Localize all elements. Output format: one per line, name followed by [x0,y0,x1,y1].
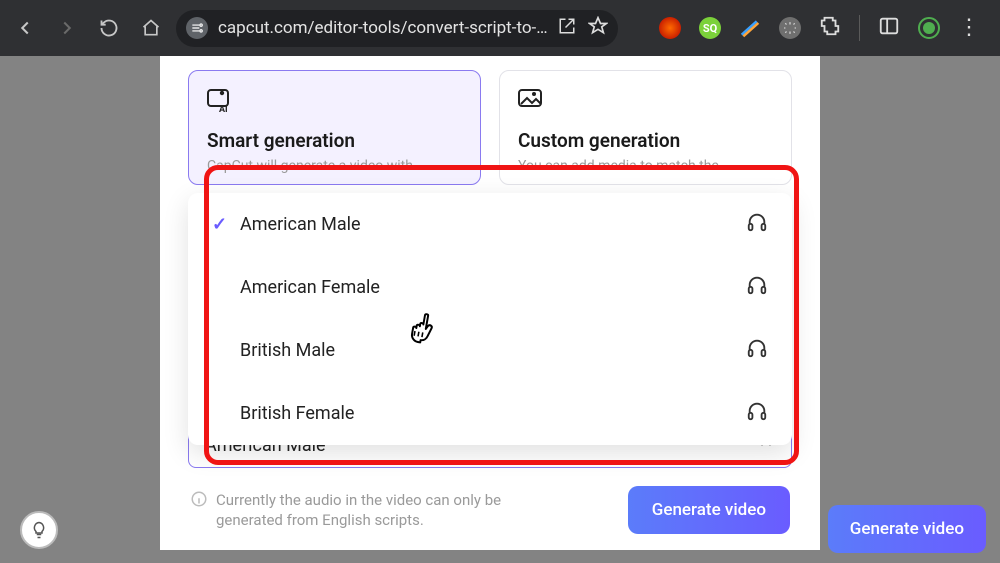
kebab-menu-icon[interactable]: ⋮ [958,24,980,33]
back-icon[interactable] [8,11,42,45]
reload-icon[interactable] [92,11,126,45]
open-new-icon[interactable] [558,17,576,40]
voice-option-american-male[interactable]: ✓ American Male [188,193,792,256]
extension-1-icon[interactable] [659,17,681,39]
divider [859,15,860,41]
home-icon[interactable] [134,11,168,45]
smart-generation-card[interactable]: AI Smart generation CapCut will generate… [188,70,481,185]
voice-option-american-female[interactable]: American Female [188,256,792,319]
smart-generation-icon: AI [207,87,237,113]
voice-option-label: American Male [240,214,746,235]
voice-option-label: American Female [240,277,746,298]
custom-generation-subtitle: You can add media to match the [518,158,773,174]
headphones-icon[interactable] [746,211,768,238]
sidepanel-icon[interactable] [878,15,900,41]
custom-generation-title: Custom generation [518,129,773,152]
custom-generation-card[interactable]: Custom generation You can add media to m… [499,70,792,185]
extension-2-icon[interactable]: SQ [699,17,721,39]
generation-modal: AI Smart generation CapCut will generate… [160,56,820,550]
page-generate-video-button[interactable]: Generate video [828,505,986,553]
page-generate-video-label: Generate video [850,519,964,539]
browser-toolbar: capcut.com/editor-tools/convert-script-t… [0,0,1000,56]
site-settings-icon[interactable] [186,17,208,39]
headphones-icon[interactable] [746,274,768,301]
voice-option-british-male[interactable]: British Male [188,319,792,382]
forward-icon[interactable] [50,11,84,45]
check-icon: ✓ [212,214,240,235]
smart-generation-subtitle: CapCut will generate a video with [207,158,462,174]
voice-option-label: British Male [240,340,746,361]
extensions-row: SQ ⋮ [659,15,992,41]
extension-4-icon[interactable] [779,17,801,39]
voice-options-dropdown: ✓ American Male American Female British … [188,193,792,445]
voice-option-british-female[interactable]: British Female [188,382,792,445]
smart-generation-title: Smart generation [207,129,462,152]
info-icon [190,490,208,512]
headphones-icon[interactable] [746,400,768,427]
generate-video-button[interactable]: Generate video [628,486,790,534]
tips-button[interactable] [20,511,58,549]
extensions-icon[interactable] [819,15,841,41]
headphones-icon[interactable] [746,337,768,364]
generate-video-label: Generate video [652,500,766,520]
svg-text:AI: AI [219,105,228,113]
url-text: capcut.com/editor-tools/convert-script-t… [218,18,548,38]
extension-3-icon[interactable] [739,17,761,39]
profile-avatar[interactable] [918,17,940,39]
voice-option-label: British Female [240,403,746,424]
audio-language-note: Currently the audio in the video can onl… [216,490,546,531]
custom-generation-icon [518,87,548,113]
address-bar[interactable]: capcut.com/editor-tools/convert-script-t… [176,10,618,47]
bookmark-star-icon[interactable] [588,16,608,41]
